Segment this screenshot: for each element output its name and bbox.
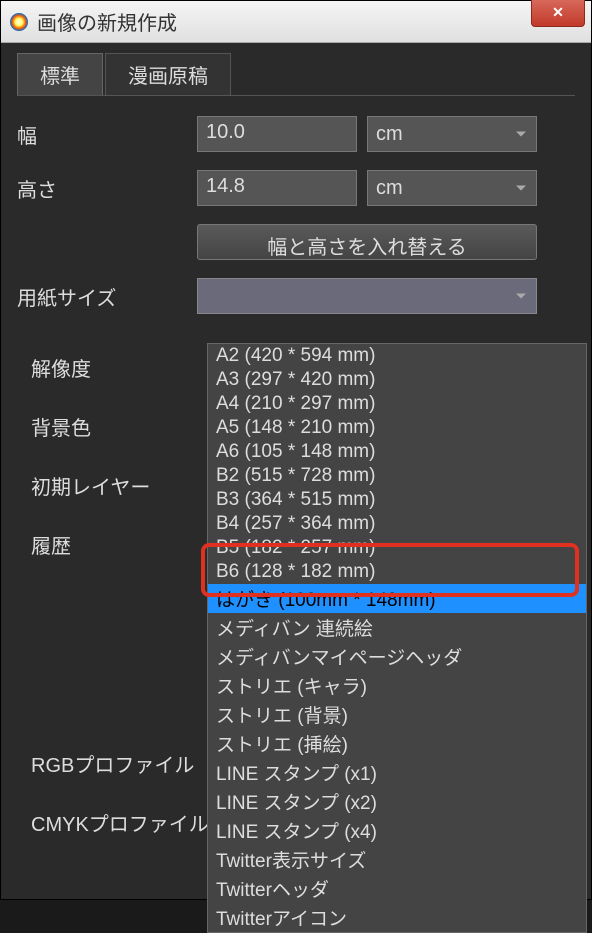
- dropdown-item[interactable]: はがき (100mm * 148mm): [208, 584, 586, 613]
- width-unit-value: cm: [376, 123, 403, 146]
- swap-row: 幅と高さを入れ替える: [17, 224, 575, 260]
- dropdown-item[interactable]: メディバン 連続絵: [208, 613, 586, 642]
- dropdown-item[interactable]: ストリエ (挿絵): [208, 729, 586, 758]
- tab-standard[interactable]: 標準: [17, 53, 103, 95]
- dropdown-item[interactable]: LINE スタンプ (x2): [208, 787, 586, 816]
- chevron-down-icon: [516, 186, 526, 191]
- height-unit-select[interactable]: cm: [367, 170, 537, 206]
- rgb-profile-label: RGBプロファイル: [31, 749, 209, 778]
- height-row: 高さ 14.8 cm: [17, 170, 575, 206]
- dropdown-item[interactable]: Twitter表示サイズ: [208, 845, 586, 874]
- width-row: 幅 10.0 cm: [17, 116, 575, 152]
- dropdown-item[interactable]: A5 (148 * 210 mm): [208, 416, 586, 440]
- chevron-down-icon: [516, 132, 526, 137]
- width-input[interactable]: 10.0: [197, 116, 357, 152]
- window-title: 画像の新規作成: [37, 7, 177, 36]
- chevron-down-icon: [516, 294, 526, 299]
- width-unit-select[interactable]: cm: [367, 116, 537, 152]
- dropdown-item[interactable]: LINE スタンプ (x1): [208, 758, 586, 787]
- dropdown-item[interactable]: B4 (257 * 364 mm): [208, 512, 586, 536]
- dropdown-item[interactable]: ストリエ (背景): [208, 700, 586, 729]
- swap-button[interactable]: 幅と高さを入れ替える: [197, 224, 537, 260]
- paper-size-label: 用紙サイズ: [17, 282, 187, 311]
- dropdown-item[interactable]: B2 (515 * 728 mm): [208, 464, 586, 488]
- dropdown-item[interactable]: Twitterアイコン: [208, 903, 586, 932]
- app-icon: [9, 12, 29, 32]
- window-frame: 画像の新規作成 ✕ 標準 漫画原稿 幅 10.0 cm 高さ 14.8 cm: [0, 0, 592, 900]
- side-labels: 解像度 背景色 初期レイヤー 履歴 RGBプロファイル CMYKプロファイル: [31, 353, 209, 867]
- dropdown-item[interactable]: A2 (420 * 594 mm): [208, 344, 586, 368]
- initial-layer-label: 初期レイヤー: [31, 471, 209, 500]
- dropdown-item[interactable]: B5 (182 * 257 mm): [208, 536, 586, 560]
- close-icon: ✕: [552, 4, 564, 21]
- dropdown-item[interactable]: A3 (297 * 420 mm): [208, 368, 586, 392]
- height-unit-value: cm: [376, 177, 403, 200]
- bg-color-label: 背景色: [31, 412, 209, 441]
- dropdown-item[interactable]: B6 (128 * 182 mm): [208, 560, 586, 584]
- dropdown-item[interactable]: Twitterヘッダ: [208, 874, 586, 903]
- dropdown-item[interactable]: ストリエ (キャラ): [208, 671, 586, 700]
- dropdown-item[interactable]: LINE スタンプ (x4): [208, 816, 586, 845]
- dropdown-item[interactable]: A4 (210 * 297 mm): [208, 392, 586, 416]
- paper-size-select[interactable]: [197, 278, 537, 314]
- close-button[interactable]: ✕: [531, 0, 585, 27]
- height-input[interactable]: 14.8: [197, 170, 357, 206]
- tab-manga[interactable]: 漫画原稿: [105, 53, 231, 95]
- dropdown-item[interactable]: B3 (364 * 515 mm): [208, 488, 586, 512]
- dropdown-item[interactable]: A6 (105 * 148 mm): [208, 440, 586, 464]
- content-area: 標準 漫画原稿 幅 10.0 cm 高さ 14.8 cm 幅と高さを入れ替える …: [1, 43, 591, 899]
- resolution-label: 解像度: [31, 353, 209, 382]
- history-label: 履歴: [31, 530, 209, 559]
- titlebar: 画像の新規作成 ✕: [1, 1, 591, 43]
- dropdown-item[interactable]: メディバンマイページヘッダ: [208, 642, 586, 671]
- cmyk-profile-label: CMYKプロファイル: [31, 808, 209, 837]
- tab-bar: 標準 漫画原稿: [17, 53, 575, 96]
- height-label: 高さ: [17, 174, 187, 203]
- width-label: 幅: [17, 120, 187, 149]
- paper-size-row: 用紙サイズ: [17, 278, 575, 314]
- paper-size-dropdown[interactable]: A2 (420 * 594 mm)A3 (297 * 420 mm)A4 (21…: [207, 343, 587, 933]
